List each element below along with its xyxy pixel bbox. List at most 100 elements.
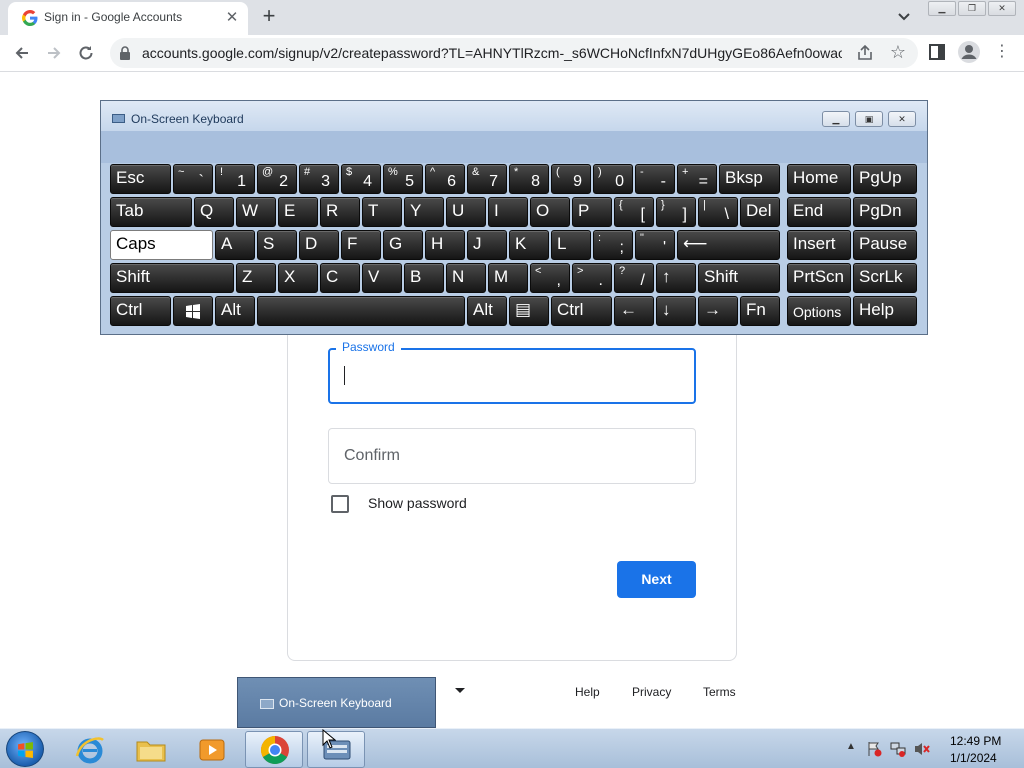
key-z[interactable]: Z bbox=[236, 263, 276, 293]
address-bar[interactable]: accounts.google.com/signup/v2/createpass… bbox=[110, 38, 918, 68]
key-up-arrow[interactable]: ↑ bbox=[656, 263, 696, 293]
key-r[interactable]: R bbox=[320, 197, 360, 227]
key-tilde[interactable]: ~ ` bbox=[173, 164, 213, 194]
key-q[interactable]: Q bbox=[194, 197, 234, 227]
key-k[interactable]: K bbox=[509, 230, 549, 260]
osk-close-icon[interactable]: ✕ bbox=[888, 111, 916, 127]
key-backspace[interactable]: Bksp bbox=[719, 164, 780, 194]
footer-privacy-link[interactable]: Privacy bbox=[632, 685, 671, 699]
reload-icon[interactable] bbox=[73, 40, 99, 66]
key-4[interactable]: $4 bbox=[341, 164, 381, 194]
osk-maximize-icon[interactable]: ▣ bbox=[855, 111, 883, 127]
key-insert[interactable]: Insert bbox=[787, 230, 851, 260]
back-icon[interactable] bbox=[9, 40, 35, 66]
key-0[interactable]: ) 0 bbox=[593, 164, 633, 194]
start-button[interactable] bbox=[6, 731, 44, 767]
taskbar-internet-explorer[interactable] bbox=[61, 731, 119, 768]
show-password-label[interactable]: Show password bbox=[368, 495, 467, 511]
taskbar-preview-tooltip[interactable]: On-Screen Keyboard bbox=[237, 677, 436, 728]
browser-tab[interactable]: Sign in - Google Accounts ✕ bbox=[8, 2, 248, 35]
key-menu[interactable]: ▤ bbox=[509, 296, 549, 326]
key-m[interactable]: M bbox=[488, 263, 528, 293]
key-left-arrow[interactable]: ← bbox=[614, 296, 654, 326]
key-equals[interactable]: + = bbox=[677, 164, 717, 194]
key-tab[interactable]: Tab bbox=[110, 197, 192, 227]
clock-time[interactable]: 12:49 PM bbox=[950, 734, 1001, 748]
taskbar-media-player[interactable] bbox=[183, 731, 241, 768]
bookmark-star-icon[interactable]: ☆ bbox=[888, 42, 908, 62]
key-p[interactable]: P bbox=[572, 197, 612, 227]
key-d[interactable]: D bbox=[299, 230, 339, 260]
key-t[interactable]: T bbox=[362, 197, 402, 227]
new-tab-icon[interactable]: + bbox=[257, 4, 281, 28]
key-minus[interactable]: -- bbox=[635, 164, 675, 194]
key-windows[interactable] bbox=[173, 296, 213, 326]
close-window-icon[interactable]: ✕ bbox=[988, 1, 1016, 16]
key-end[interactable]: End bbox=[787, 197, 851, 227]
key-right-alt[interactable]: Alt bbox=[467, 296, 507, 326]
key-enter[interactable]: ⟵ bbox=[677, 230, 780, 260]
key-1[interactable]: ! 1 bbox=[215, 164, 255, 194]
key-space[interactable] bbox=[257, 296, 465, 326]
key-options[interactable]: Options bbox=[787, 296, 851, 326]
key-fn[interactable]: Fn bbox=[740, 296, 780, 326]
key-g[interactable]: G bbox=[383, 230, 423, 260]
key-y[interactable]: Y bbox=[404, 197, 444, 227]
key-i[interactable]: I bbox=[488, 197, 528, 227]
forward-icon[interactable] bbox=[41, 40, 67, 66]
key-c[interactable]: C bbox=[320, 263, 360, 293]
key-5[interactable]: % 5 bbox=[383, 164, 423, 194]
taskbar-chrome[interactable] bbox=[245, 731, 303, 768]
key-right-bracket[interactable]: }] bbox=[656, 197, 696, 227]
profile-avatar-icon[interactable] bbox=[958, 41, 980, 63]
show-hidden-icons-icon[interactable]: ▲ bbox=[846, 741, 856, 752]
restore-icon[interactable]: ❐ bbox=[958, 1, 986, 16]
tab-close-icon[interactable]: ✕ bbox=[222, 8, 242, 28]
key-e[interactable]: E bbox=[278, 197, 318, 227]
key-v[interactable]: V bbox=[362, 263, 402, 293]
key-a[interactable]: A bbox=[215, 230, 255, 260]
key-o[interactable]: O bbox=[530, 197, 570, 227]
key-quote[interactable]: " ' bbox=[635, 230, 675, 260]
key-x[interactable]: X bbox=[278, 263, 318, 293]
key-backslash[interactable]: | \ bbox=[698, 197, 738, 227]
key-l[interactable]: L bbox=[551, 230, 591, 260]
key-8[interactable]: * 8 bbox=[509, 164, 549, 194]
key-right-ctrl[interactable]: Ctrl bbox=[551, 296, 612, 326]
key-f[interactable]: F bbox=[341, 230, 381, 260]
key-pause[interactable]: Pause bbox=[853, 230, 917, 260]
key-u[interactable]: U bbox=[446, 197, 486, 227]
key-3[interactable]: #3 bbox=[299, 164, 339, 194]
key-prtscn[interactable]: PrtScn bbox=[787, 263, 851, 293]
key-b[interactable]: B bbox=[404, 263, 444, 293]
key-caps[interactable]: Caps bbox=[110, 230, 213, 260]
side-panel-icon[interactable] bbox=[929, 44, 945, 60]
tab-search-chevron-icon[interactable] bbox=[894, 6, 914, 26]
key-scrlk[interactable]: ScrLk bbox=[853, 263, 917, 293]
language-dropdown-icon[interactable] bbox=[455, 688, 465, 693]
footer-help-link[interactable]: Help bbox=[575, 685, 600, 699]
network-icon[interactable] bbox=[890, 741, 906, 757]
clock-date[interactable]: 1/1/2024 bbox=[950, 751, 997, 765]
key-home[interactable]: Home bbox=[787, 164, 851, 194]
show-password-checkbox[interactable] bbox=[331, 495, 349, 513]
footer-terms-link[interactable]: Terms bbox=[703, 685, 736, 699]
key-left-shift[interactable]: Shift bbox=[110, 263, 234, 293]
key-pgdn[interactable]: PgDn bbox=[853, 197, 917, 227]
lock-icon[interactable] bbox=[119, 46, 131, 60]
taskbar-file-explorer[interactable] bbox=[122, 731, 180, 768]
minimize-icon[interactable]: ▁ bbox=[928, 1, 956, 16]
key-semicolon[interactable]: :; bbox=[593, 230, 633, 260]
key-left-bracket[interactable]: {[ bbox=[614, 197, 654, 227]
key-w[interactable]: W bbox=[236, 197, 276, 227]
key-down-arrow[interactable]: ↓ bbox=[656, 296, 696, 326]
key-left-ctrl[interactable]: Ctrl bbox=[110, 296, 171, 326]
key-period[interactable]: >. bbox=[572, 263, 612, 293]
more-menu-icon[interactable]: ⋮ bbox=[994, 44, 1010, 62]
key-2[interactable]: @2 bbox=[257, 164, 297, 194]
key-left-alt[interactable]: Alt bbox=[215, 296, 255, 326]
key-comma[interactable]: <, bbox=[530, 263, 570, 293]
key-s[interactable]: S bbox=[257, 230, 297, 260]
volume-muted-icon[interactable] bbox=[914, 741, 930, 757]
key-h[interactable]: H bbox=[425, 230, 465, 260]
